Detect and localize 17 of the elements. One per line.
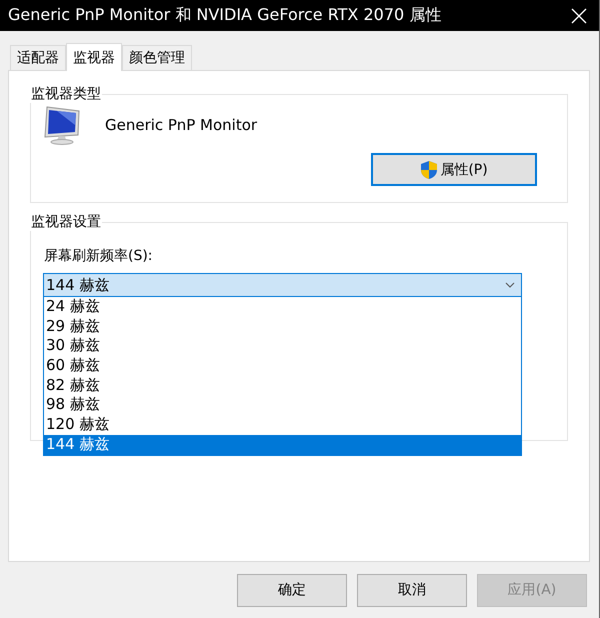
- properties-button[interactable]: 属性(P): [371, 153, 537, 186]
- dropdown-option[interactable]: 144 赫兹: [44, 434, 521, 454]
- dialog-button[interactable]: 取消: [357, 574, 467, 606]
- close-icon[interactable]: [571, 8, 587, 24]
- shield-icon: [420, 160, 438, 180]
- dialog-button[interactable]: 确定: [237, 574, 347, 606]
- refresh-rate-dropdown[interactable]: 144 赫兹: [43, 273, 522, 297]
- tab[interactable]: 监视器: [66, 43, 122, 71]
- chevron-icon: [505, 282, 515, 288]
- group-title: 监视器类型: [30, 85, 102, 103]
- tab[interactable]: 颜色管理: [122, 45, 192, 70]
- tab[interactable]: 适配器: [10, 45, 66, 70]
- monitor-name: Generic PnP Monitor: [105, 116, 258, 134]
- group-title: 监视器设置: [30, 213, 102, 231]
- window-title: Generic PnP Monitor 和 NVIDIA GeForce RTX 2070 属性: [8, 5, 442, 26]
- monitor-icon: [43, 105, 81, 145]
- field-label: 屏幕刷新频率(S):: [44, 247, 154, 265]
